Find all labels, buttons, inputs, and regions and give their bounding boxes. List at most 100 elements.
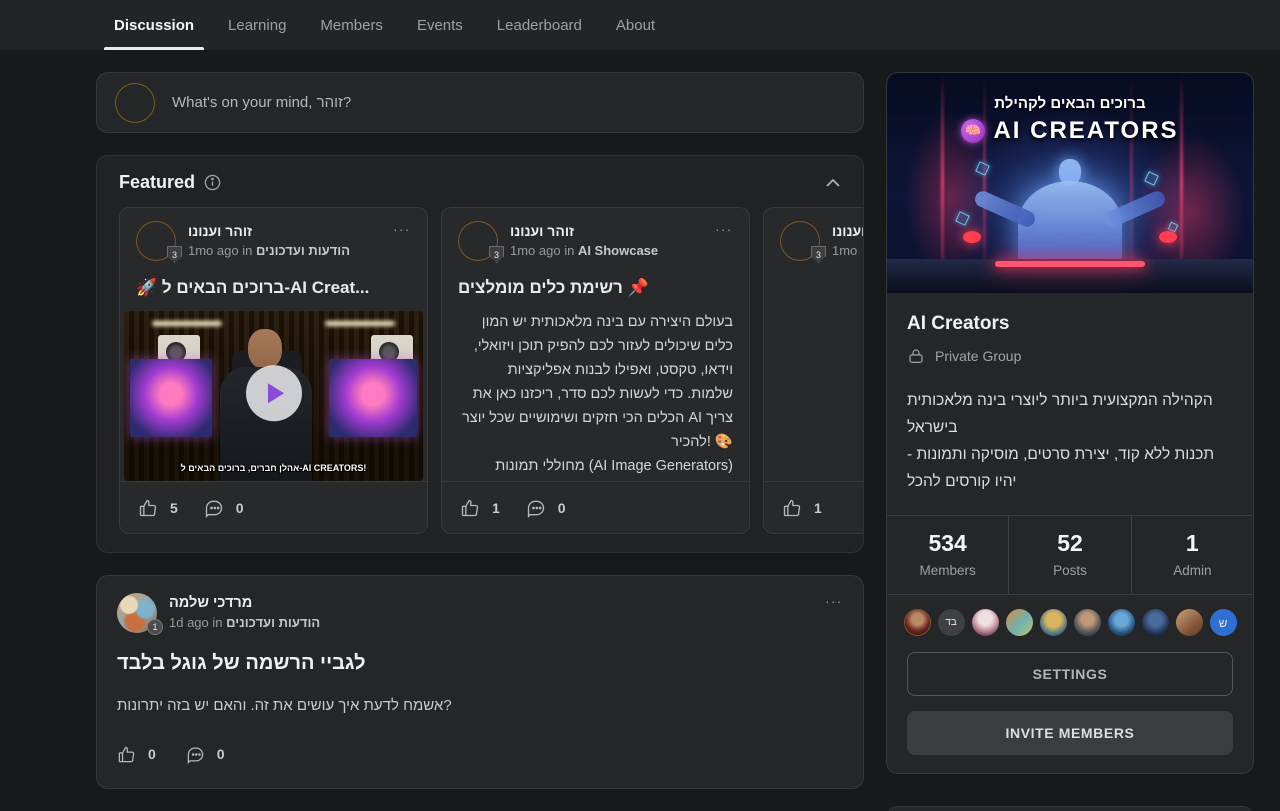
studio-light — [325, 321, 395, 326]
level-badge: 3 — [167, 246, 182, 263]
more-options-icon[interactable]: ... — [825, 593, 843, 633]
featured-cards-row: 3 זוהר וענונו 1mo ago in הודעות ועדכונים… — [119, 207, 863, 534]
tab-about[interactable]: About — [606, 0, 665, 50]
play-button[interactable] — [246, 365, 302, 421]
level-badge: 3 — [811, 246, 826, 263]
post-body[interactable]: ✅ ? למעלה היכנס ל עמוד התכנים שיש לקבל ת… — [780, 312, 863, 480]
comment-button[interactable]: 0 — [526, 498, 566, 518]
post-meta: 1mo ago in הודעות ועדכונים — [188, 243, 381, 258]
like-button[interactable]: 1 — [460, 498, 500, 518]
featured-post-card-2[interactable]: 3 זוהר וענונו 1mo ago in AI Showcase ...… — [441, 207, 750, 534]
member-avatar[interactable] — [1006, 609, 1033, 636]
post-title[interactable]: 🚀 ברוכים הבאים ל-AI Creat... — [136, 278, 411, 298]
featured-section: Featured — [96, 155, 864, 553]
info-icon[interactable] — [204, 174, 221, 191]
like-count: 0 — [148, 746, 156, 762]
stat-posts[interactable]: 52 Posts — [1008, 516, 1130, 594]
member-avatar[interactable] — [1074, 609, 1101, 636]
community-nav: Discussion Learning Members Events Leade… — [0, 0, 1280, 51]
member-avatar[interactable] — [1040, 609, 1067, 636]
post-author-name[interactable]: מרדכי שלמה — [169, 595, 813, 611]
post-author-avatar[interactable]: 3 — [136, 221, 176, 261]
member-avatar[interactable] — [1142, 609, 1169, 636]
member-avatar[interactable] — [1176, 609, 1203, 636]
like-button[interactable]: 1 — [782, 498, 822, 518]
community-sidebar: ברוכים הבאים לקהילת 🧠 AI CREATORS AI Cre… — [886, 72, 1254, 811]
member-avatar[interactable] — [972, 609, 999, 636]
comment-count: 0 — [558, 500, 566, 516]
tab-leaderboard[interactable]: Leaderboard — [487, 0, 592, 50]
group-stats: 534 Members 52 Posts 1 Admin — [887, 515, 1253, 594]
brain-logo-icon: 🧠 — [961, 119, 985, 143]
post-title[interactable]: לגביי הרשמה של גוגל בלבד — [117, 652, 843, 675]
post-title[interactable]: 📌 קהילה — [780, 278, 863, 298]
post-body[interactable]: אשמח לדעת איך עושים את זה. והאם יש בזה י… — [117, 697, 843, 714]
settings-button[interactable]: SETTINGS — [907, 652, 1233, 696]
comment-count: 0 — [236, 500, 244, 516]
person-head — [248, 329, 282, 369]
post-title[interactable]: רשימת כלים מומלצים 📌 — [458, 278, 733, 298]
member-avatar[interactable] — [904, 609, 931, 636]
post-author-name[interactable]: זוהר וענונו — [188, 223, 381, 239]
post-meta: 1mo ago in AI Showcase — [510, 243, 703, 258]
featured-post-card-1[interactable]: 3 זוהר וענונו 1mo ago in הודעות ועדכונים… — [119, 207, 428, 534]
main-feed-column: What's on your mind, זוהר? Featured — [96, 72, 864, 811]
level-badge: 3 — [489, 246, 504, 263]
featured-title: Featured — [119, 172, 195, 193]
member-avatar[interactable] — [1108, 609, 1135, 636]
post-body[interactable]: בעולם היצירה עם בינה מלאכותית יש המון כל… — [458, 310, 733, 478]
post-meta: 1d ago in הודעות ועדכונים — [169, 615, 813, 630]
comment-count: 0 — [217, 746, 225, 762]
member-avatar-initials[interactable]: בד — [938, 609, 965, 636]
composer-placeholder[interactable]: What's on your mind, זוהר? — [172, 94, 351, 111]
invite-members-button[interactable]: INVITE MEMBERS — [907, 711, 1233, 755]
collapse-chevron-up-icon[interactable] — [825, 178, 841, 188]
monitor-left — [130, 359, 212, 437]
studio-light — [152, 321, 222, 326]
feed-post[interactable]: 1 מרדכי שלמה 1d ago in הודעות ועדכונים .… — [96, 575, 864, 789]
like-button[interactable]: 5 — [138, 498, 178, 518]
community-info-card: ברוכים הבאים לקהילת 🧠 AI CREATORS AI Cre… — [886, 72, 1254, 774]
tab-events[interactable]: Events — [407, 0, 473, 50]
like-button[interactable]: 0 — [117, 745, 156, 764]
more-options-icon[interactable]: ... — [393, 221, 411, 261]
member-avatar-initials[interactable]: ש — [1210, 609, 1237, 636]
privacy-label: Private Group — [935, 348, 1021, 364]
lock-icon — [907, 347, 925, 365]
tab-members[interactable]: Members — [310, 0, 393, 50]
member-avatar-row: בד ש — [887, 594, 1253, 652]
post-channel: AI Showcase — [578, 243, 658, 258]
tab-discussion[interactable]: Discussion — [104, 0, 204, 50]
like-count: 5 — [170, 500, 178, 516]
more-options-icon[interactable]: ... — [715, 221, 733, 261]
like-count: 1 — [814, 500, 822, 516]
level-badge: 1 — [147, 619, 163, 635]
monitor-right — [329, 359, 417, 437]
featured-post-card-3[interactable]: 3 וענונו 1mo 📌 קהילה ✅ ? למעלה היכנס ל ע… — [763, 207, 863, 534]
group-description: הקהילה המקצועית ביותר ליוצרי בינה מלאכות… — [907, 387, 1233, 495]
like-count: 1 — [492, 500, 500, 516]
banner-keyboard-glow — [995, 261, 1145, 267]
tab-learning[interactable]: Learning — [218, 0, 296, 50]
post-author-name[interactable]: זוהר וענונו — [510, 223, 703, 239]
post-channel: הודעות ועדכונים — [256, 243, 350, 258]
banner-welcome-text: ברוכים הבאים לקהילת — [887, 95, 1253, 112]
post-author-avatar[interactable]: 3 — [458, 221, 498, 261]
current-user-avatar[interactable] — [115, 83, 155, 123]
leaderboard-card: Leaderboard (30-days) — [886, 806, 1254, 811]
group-name: AI Creators — [907, 313, 1233, 335]
post-meta: 1mo — [832, 243, 863, 258]
post-composer[interactable]: What's on your mind, זוהר? — [96, 72, 864, 133]
post-channel: הודעות ועדכונים — [226, 615, 320, 630]
post-author-name[interactable]: וענונו — [832, 223, 863, 239]
post-author-avatar[interactable]: 3 — [780, 221, 820, 261]
banner-community-name: AI CREATORS — [993, 117, 1178, 145]
video-thumbnail[interactable]: אהלן חברים, ברוכים הבאים ל-AI CREATORS! — [124, 311, 423, 481]
stat-admin[interactable]: 1 Admin — [1131, 516, 1253, 594]
comment-button[interactable]: 0 — [204, 498, 244, 518]
post-author-avatar[interactable]: 1 — [117, 593, 157, 633]
community-banner-image: ברוכים הבאים לקהילת 🧠 AI CREATORS — [887, 73, 1253, 293]
video-subtitle: אהלן חברים, ברוכים הבאים ל-AI CREATORS! — [124, 463, 423, 473]
comment-button[interactable]: 0 — [186, 745, 225, 764]
stat-members[interactable]: 534 Members — [887, 516, 1008, 594]
